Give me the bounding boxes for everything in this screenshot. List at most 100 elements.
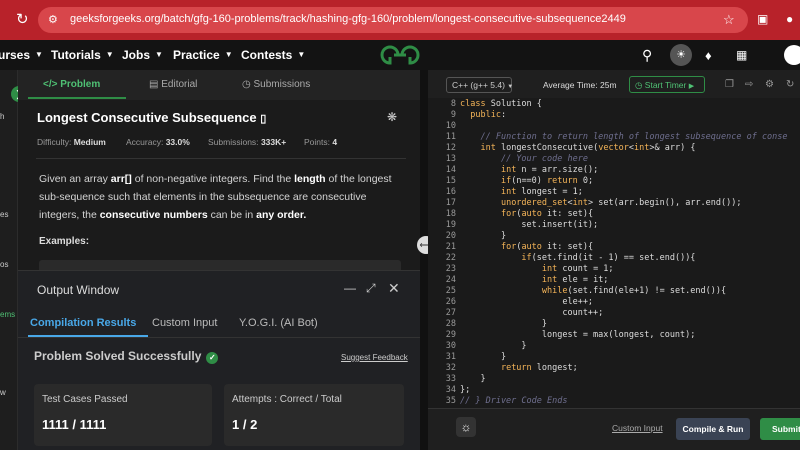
code-line: // } Driver Code Ends bbox=[460, 396, 568, 406]
nav-jobs-label: Jobs bbox=[122, 48, 151, 62]
line-number: 27 bbox=[445, 308, 456, 318]
submissions-meta: Submissions: 333K+ bbox=[208, 137, 286, 147]
bug-report-icon[interactable]: ❋ bbox=[387, 110, 397, 124]
line-number: 11 bbox=[445, 132, 456, 142]
line-number: 31 bbox=[445, 352, 456, 362]
start-timer-button[interactable]: ◷ Start Timer ▶ bbox=[629, 76, 705, 93]
avatar[interactable] bbox=[784, 45, 800, 65]
play-icon: ▶ bbox=[688, 83, 695, 90]
line-number: 28 bbox=[445, 319, 456, 329]
refresh-icon[interactable]: ↻ bbox=[786, 79, 794, 90]
left-rail: ❯ h es os ems w bbox=[0, 70, 27, 450]
code-line: int count = 1; bbox=[541, 264, 614, 274]
panel-divider[interactable] bbox=[420, 70, 428, 450]
code-line: // Function to return length of longest … bbox=[480, 132, 788, 142]
rail-item-2[interactable]: es bbox=[0, 210, 8, 219]
chevron-down-icon: ▼ bbox=[35, 50, 43, 59]
examples-heading: Examples: bbox=[39, 236, 90, 247]
bookmark-star-icon[interactable]: ☆ bbox=[723, 12, 735, 27]
line-number: 32 bbox=[445, 363, 456, 373]
submit-button[interactable]: Submit bbox=[760, 418, 800, 440]
bell-icon[interactable]: ♦ bbox=[705, 48, 712, 63]
search-icon[interactable]: ⚲ bbox=[642, 48, 652, 63]
tab-problem[interactable]: </> Problem bbox=[43, 79, 100, 90]
line-number: 12 bbox=[445, 143, 456, 153]
gfg-logo-icon[interactable] bbox=[378, 45, 422, 65]
problem-title: Longest Consecutive Subsequence ▯ bbox=[37, 110, 266, 125]
code-line: } bbox=[460, 352, 507, 362]
line-number: 17 bbox=[445, 198, 456, 208]
rail-item-1[interactable]: h bbox=[0, 112, 4, 121]
code-line: } bbox=[460, 319, 547, 329]
code-line: for(auto it: set){ bbox=[500, 242, 594, 252]
bookmark-icon[interactable]: ▯ bbox=[260, 113, 266, 125]
copy-icon[interactable]: ❐ bbox=[725, 79, 734, 90]
problem-tabs: </> Problem ▤ Editorial ◷ Submissions bbox=[18, 70, 420, 100]
line-number: 13 bbox=[445, 154, 456, 164]
minimize-icon[interactable]: — bbox=[344, 281, 356, 295]
line-number: 22 bbox=[445, 253, 456, 263]
lightbulb-icon[interactable]: ☼ bbox=[456, 417, 476, 437]
translate-icon[interactable]: ▦ bbox=[736, 48, 747, 63]
desc-bold: any order. bbox=[256, 209, 307, 221]
divider bbox=[36, 158, 406, 159]
tab-compilation-results[interactable]: Compilation Results bbox=[30, 317, 136, 329]
custom-input-link[interactable]: Custom Input bbox=[612, 423, 663, 433]
start-timer-label: Start Timer bbox=[644, 80, 687, 90]
tab-submissions-label: Submissions bbox=[253, 79, 311, 90]
site-info-icon[interactable]: ⚙ bbox=[48, 13, 58, 28]
profile-icon[interactable]: ● bbox=[786, 12, 793, 27]
nav-practice[interactable]: Practice ▼ bbox=[173, 48, 233, 62]
line-number: 30 bbox=[445, 341, 456, 351]
desc-bold: length bbox=[294, 173, 326, 185]
code-area[interactable]: class Solution { public: // Function to … bbox=[460, 98, 800, 408]
rail-item-3[interactable]: os bbox=[0, 260, 8, 269]
code-line: } bbox=[460, 341, 527, 351]
tab-custom-input[interactable]: Custom Input bbox=[152, 317, 217, 329]
code-line: }; bbox=[460, 385, 471, 395]
settings-icon[interactable]: ⚙ bbox=[765, 79, 774, 90]
tab-editorial[interactable]: ▤ Editorial bbox=[149, 79, 197, 90]
export-icon[interactable]: ⇨ bbox=[745, 79, 753, 90]
desc-text: of non-negative integers. Find the bbox=[131, 173, 295, 185]
compile-run-button[interactable]: Compile & Run bbox=[676, 418, 750, 440]
nav-courses-label: urses bbox=[0, 48, 31, 62]
nav-tutorials[interactable]: Tutorials ▼ bbox=[51, 48, 114, 62]
language-value: C++ (g++ 5.4) bbox=[452, 80, 505, 90]
points-meta: Points: 4 bbox=[304, 137, 337, 147]
line-number: 19 bbox=[445, 220, 456, 230]
rail-item-4[interactable]: ems bbox=[0, 310, 15, 319]
rail-item-5[interactable]: w bbox=[0, 388, 6, 397]
test-cases-label: Test Cases Passed bbox=[42, 394, 128, 405]
code-line: int n = arr.size(); bbox=[500, 165, 599, 175]
attempts-value: 1 / 2 bbox=[232, 417, 258, 432]
line-number: 8 bbox=[450, 99, 456, 109]
code-line: while(set.find(ele+1) != set.end()){ bbox=[541, 286, 727, 296]
difficulty-meta: Difficulty: Medium bbox=[37, 137, 106, 147]
average-time: Average Time: 25m bbox=[543, 80, 617, 90]
extensions-icon[interactable]: ▣ bbox=[757, 12, 768, 27]
tab-submissions[interactable]: ◷ Submissions bbox=[242, 79, 310, 90]
reload-icon[interactable]: ↻ bbox=[16, 12, 29, 27]
nav-courses[interactable]: urses ▼ bbox=[0, 48, 43, 62]
line-number: 9 bbox=[450, 110, 456, 120]
desc-text: Given an array bbox=[39, 173, 111, 185]
line-number: 25 bbox=[445, 286, 456, 296]
expand-icon[interactable]: ⤢ bbox=[366, 281, 376, 296]
line-number: 23 bbox=[445, 264, 456, 274]
code-line: return longest; bbox=[500, 363, 578, 373]
editor-toolbar: C++ (g++ 5.4) ▼ Average Time: 25m ◷ Star… bbox=[428, 70, 800, 98]
suggest-feedback-link[interactable]: Suggest Feedback bbox=[341, 353, 408, 362]
nav-jobs[interactable]: Jobs ▼ bbox=[122, 48, 163, 62]
theme-toggle-icon[interactable]: ☀ bbox=[670, 44, 692, 66]
address-bar[interactable]: ⚙ geeksforgeeks.org/batch/gfg-160-proble… bbox=[38, 7, 748, 33]
nav-contests[interactable]: Contests ▼ bbox=[241, 48, 305, 62]
accuracy-value: 33.0% bbox=[165, 137, 190, 147]
language-select[interactable]: C++ (g++ 5.4) ▼ bbox=[446, 77, 513, 93]
close-icon[interactable]: ✕ bbox=[388, 280, 400, 297]
status-text: Problem Solved Successfully bbox=[34, 349, 202, 363]
url-text: geeksforgeeks.org/batch/gfg-160-problems… bbox=[70, 13, 626, 25]
code-line: count++; bbox=[460, 308, 604, 318]
tab-yogi-ai-bot[interactable]: Y.O.G.I. (AI Bot) bbox=[239, 317, 318, 329]
clock-icon: ◷ bbox=[242, 79, 251, 90]
